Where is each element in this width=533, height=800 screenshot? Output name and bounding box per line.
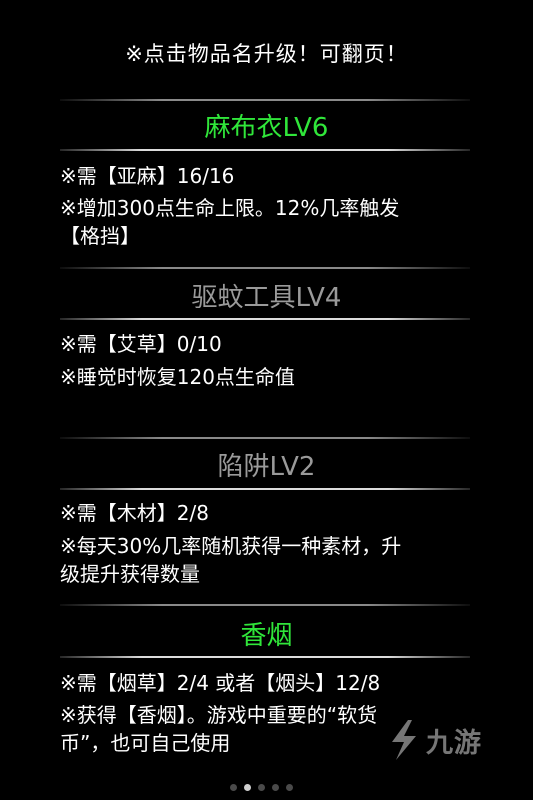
- divider: [60, 149, 470, 151]
- page-dot[interactable]: [286, 784, 293, 791]
- item-description: 级提升获得数量: [60, 562, 200, 586]
- divider: [60, 318, 470, 320]
- divider: [60, 488, 470, 490]
- divider: [60, 604, 470, 606]
- divider: [60, 656, 470, 658]
- page-dot[interactable]: [258, 784, 265, 791]
- item-title-linen-shirt[interactable]: 麻布衣LV6: [0, 107, 533, 144]
- jiuyou-logo-icon: [392, 720, 416, 760]
- item-title-cigarette[interactable]: 香烟: [0, 615, 533, 652]
- page-dot[interactable]: [230, 784, 237, 791]
- item-requirement: ※需【木材】2/8: [60, 501, 209, 525]
- page-indicator: [230, 784, 293, 791]
- hint-text: ※点击物品名升级！可翻页！: [125, 42, 408, 66]
- divider: [60, 99, 470, 101]
- page-dot[interactable]: [244, 784, 251, 791]
- item-title-mosquito-tool[interactable]: 驱蚊工具LV4: [0, 277, 533, 314]
- item-requirement: ※需【艾草】0/10: [60, 332, 222, 356]
- item-requirement: ※需【亚麻】16/16: [60, 164, 235, 188]
- divider: [60, 437, 470, 439]
- item-description: ※睡觉时恢复120点生命值: [60, 365, 295, 389]
- watermark-text: 九游: [426, 727, 482, 759]
- watermark: 九游: [386, 718, 482, 762]
- divider: [60, 267, 470, 269]
- page-dot[interactable]: [272, 784, 279, 791]
- item-requirement: ※需【烟草】2/4 或者【烟头】12/8: [60, 671, 381, 695]
- item-description: 【格挡】: [60, 224, 140, 248]
- item-title-trap[interactable]: 陷阱LV2: [0, 446, 533, 483]
